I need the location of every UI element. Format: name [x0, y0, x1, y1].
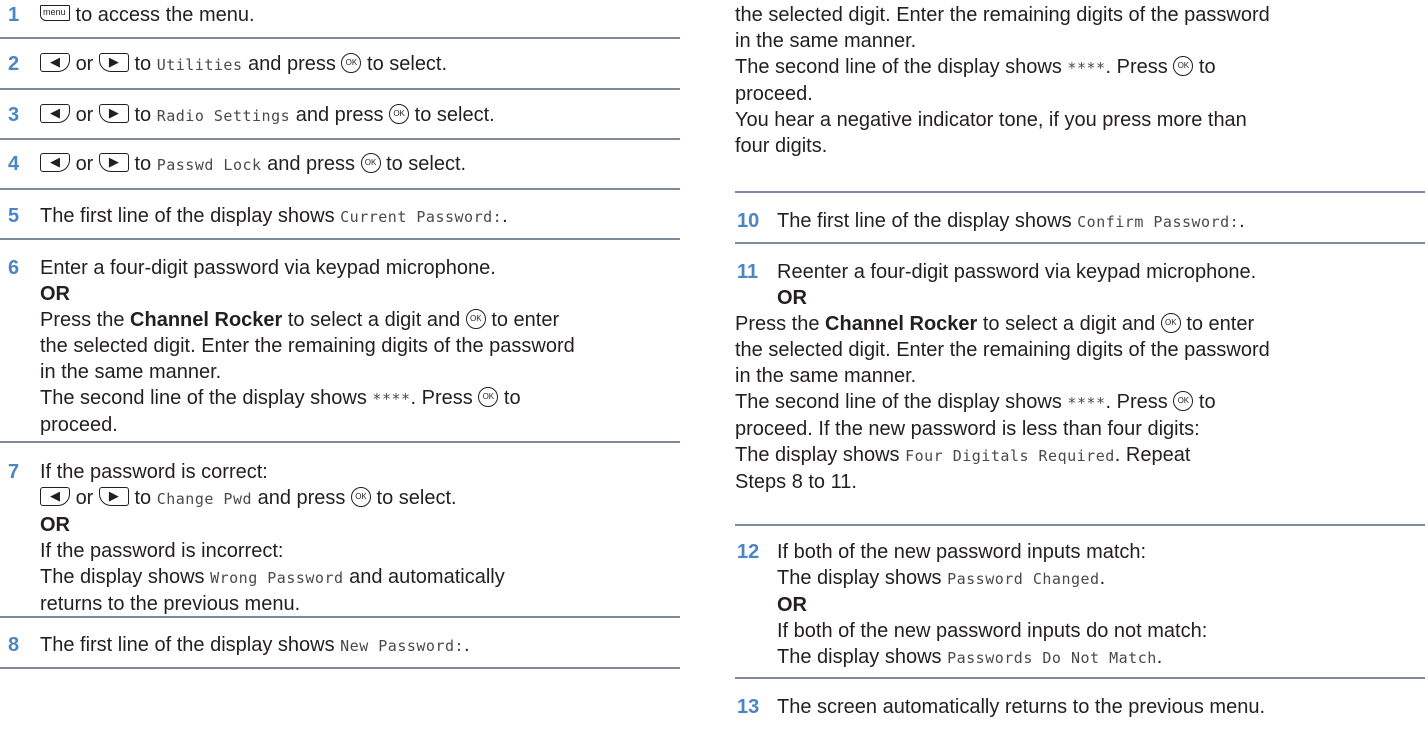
step-text: the selected digit. Enter the remaining …	[735, 4, 1270, 157]
divider	[735, 242, 1425, 244]
display-text: Four Digitals Required	[905, 447, 1115, 465]
left-arrow-key-icon: ◀	[40, 487, 70, 507]
display-text: Current Password:	[340, 208, 503, 226]
step-text: ◀ or ▶ to Passwd Lock and press OK to se…	[40, 151, 674, 178]
step-number: 2	[8, 53, 20, 75]
ok-key-icon: OK	[1160, 312, 1181, 333]
ok-key-icon: OK	[389, 103, 410, 124]
display-text: Password Changed	[947, 570, 1100, 588]
right-arrow-key-icon: ▶	[98, 104, 129, 124]
step-number: 1	[8, 4, 20, 26]
channel-rocker-label: Channel Rocker	[130, 309, 283, 331]
ok-key-icon: OK	[478, 386, 499, 407]
display-text: Utilities	[156, 56, 243, 74]
step-number: 5	[8, 205, 20, 227]
step-text: The first line of the display shows New …	[40, 634, 470, 656]
display-text: Wrong Password	[210, 569, 344, 587]
step-number: 3	[8, 104, 20, 126]
display-text: Passwd Lock	[156, 156, 262, 174]
left-arrow-key-icon: ◀	[40, 104, 70, 124]
right-arrow-key-icon: ▶	[98, 487, 129, 507]
divider	[0, 88, 680, 90]
ok-key-icon: OK	[341, 52, 362, 73]
right-arrow-key-icon: ▶	[98, 153, 129, 173]
display-text: ****	[372, 390, 411, 408]
divider	[735, 677, 1425, 679]
step-number: 10	[737, 210, 760, 232]
step-number: 13	[737, 696, 760, 718]
step-number: 4	[8, 153, 20, 175]
ok-key-icon: OK	[1173, 55, 1194, 76]
channel-rocker-label: Channel Rocker	[825, 313, 978, 335]
step-text: menu to access the menu.	[40, 2, 674, 28]
step-number: 12	[737, 541, 760, 563]
step-number: 6	[8, 257, 20, 279]
divider	[0, 37, 680, 39]
left-arrow-key-icon: ◀	[40, 53, 70, 73]
ok-key-icon: OK	[350, 486, 371, 507]
ok-key-icon: OK	[1173, 390, 1194, 411]
divider	[0, 238, 680, 240]
display-text: Radio Settings	[156, 107, 291, 125]
divider	[735, 524, 1425, 526]
divider	[0, 138, 680, 140]
display-text: ****	[1067, 59, 1106, 77]
step-text: The screen automatically returns to the …	[777, 696, 1266, 718]
step-text: ◀ or ▶ to Utilities and press OK to sele…	[40, 51, 674, 78]
step-text: If the password is correct: ◀ or ▶ to Ch…	[40, 461, 505, 615]
divider	[0, 667, 680, 669]
divider	[0, 616, 680, 618]
display-text: Passwords Do Not Match	[947, 649, 1157, 667]
step-text: The first line of the display shows Curr…	[40, 205, 508, 227]
ok-key-icon: OK	[465, 308, 486, 329]
step-text: The first line of the display shows Conf…	[777, 210, 1245, 232]
right-arrow-key-icon: ▶	[98, 53, 129, 73]
divider	[0, 441, 680, 443]
step-text: If both of the new password inputs match…	[777, 541, 1208, 668]
step-number: 7	[8, 461, 20, 483]
step-number: 8	[8, 634, 20, 656]
divider	[735, 191, 1425, 193]
divider	[0, 188, 680, 190]
step-text: Enter a four-digit password via keypad m…	[40, 257, 575, 436]
left-arrow-key-icon: ◀	[40, 153, 70, 173]
step-text-continued: Press the Channel Rocker to select a dig…	[735, 312, 1270, 493]
step-text: Reenter a four-digit password via keypad…	[777, 261, 1257, 309]
step-number: 11	[737, 261, 759, 283]
display-text: Change Pwd	[156, 490, 253, 508]
ok-key-icon: OK	[360, 152, 381, 173]
menu-key-icon: menu	[40, 4, 70, 21]
display-text: Confirm Password:	[1077, 213, 1240, 231]
step-text: ◀ or ▶ to Radio Settings and press OK to…	[40, 102, 674, 129]
display-text: New Password:	[340, 637, 465, 655]
display-text: ****	[1067, 394, 1106, 412]
